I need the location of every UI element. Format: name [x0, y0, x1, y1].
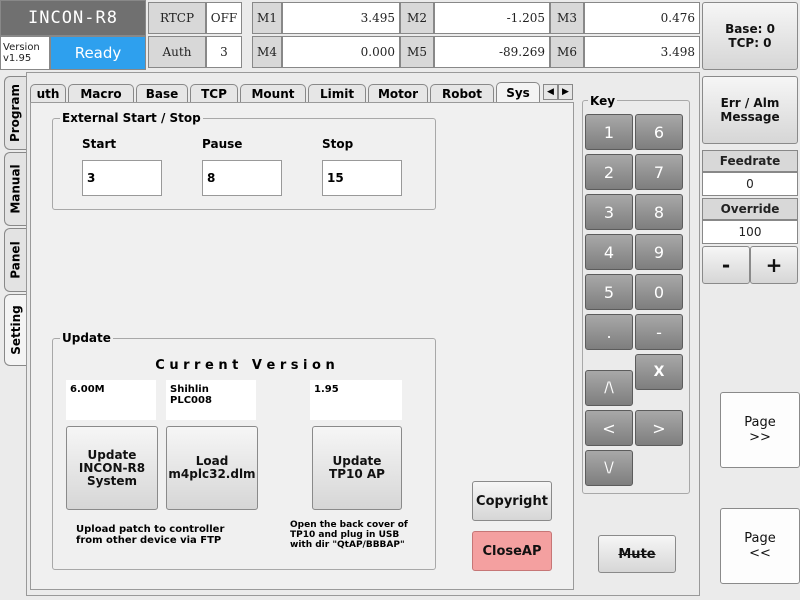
m5-value: -89.269 — [434, 36, 550, 68]
err-alm-message-button[interactable]: Err / Alm Message — [702, 76, 798, 144]
side-tab-program[interactable]: Program — [4, 76, 26, 150]
app-title: INCON-R8 — [0, 0, 146, 36]
start-label: Start — [82, 137, 117, 151]
rtcp-value: OFF — [206, 2, 242, 34]
m5-label: M5 — [400, 36, 434, 68]
m2-label: M2 — [400, 2, 434, 34]
m2-value: -1.205 — [434, 2, 550, 34]
override-plus-button[interactable]: + — [750, 246, 798, 284]
start-input[interactable]: 3 — [82, 160, 162, 196]
tab-limit[interactable]: Limit — [308, 84, 366, 102]
tab-scroll-left-icon[interactable]: ◀ — [543, 84, 558, 100]
usb-note: Open the back cover of TP10 and plug in … — [290, 520, 408, 550]
stop-input[interactable]: 15 — [322, 160, 402, 196]
tab-tcp[interactable]: TCP — [190, 84, 238, 102]
ftp-note: Upload patch to controller from other de… — [76, 524, 225, 546]
tab-sys[interactable]: Sys — [496, 82, 540, 102]
key-1[interactable]: 1 — [585, 114, 633, 150]
update-tp10-button[interactable]: Update TP10 AP — [312, 426, 402, 510]
tab-scroll-right-icon[interactable]: ▶ — [558, 84, 573, 100]
override-label: Override — [702, 198, 798, 220]
key-left-arrow[interactable]: < — [585, 410, 633, 446]
mute-button[interactable]: Mute — [598, 535, 676, 573]
key-minus[interactable]: - — [635, 314, 683, 350]
page-prev-button[interactable]: Page << — [720, 508, 800, 584]
version-label: Version — [3, 42, 40, 53]
key-2[interactable]: 2 — [585, 154, 633, 190]
m4-value: 0.000 — [282, 36, 400, 68]
update-title: Update — [60, 331, 113, 345]
key-up-arrow[interactable]: /\ — [585, 370, 633, 406]
key-8[interactable]: 8 — [635, 194, 683, 230]
auth-value: 3 — [206, 36, 242, 68]
pause-input[interactable]: 8 — [202, 160, 282, 196]
tab-macro[interactable]: Macro — [68, 84, 134, 102]
m1-label: M1 — [252, 2, 282, 34]
m1-value: 3.495 — [282, 2, 400, 34]
tab-base[interactable]: Base — [136, 84, 188, 102]
current-version-heading: C u r r e n t V e r s i o n — [155, 358, 335, 373]
close-ap-button[interactable]: CloseAP — [472, 531, 552, 571]
pause-label: Pause — [202, 137, 243, 151]
side-tab-manual[interactable]: Manual — [4, 152, 26, 226]
update-incon-system-button[interactable]: Update INCON-R8 System — [66, 426, 158, 510]
side-tab-setting[interactable]: Setting — [4, 294, 26, 366]
version-value: v1.95 — [3, 53, 32, 64]
m6-value: 3.498 — [584, 36, 700, 68]
key-down-arrow[interactable]: \/ — [585, 450, 633, 486]
key-dot[interactable]: . — [585, 314, 633, 350]
m3-value: 0.476 — [584, 2, 700, 34]
status-ready: Ready — [50, 36, 146, 70]
auth-label: Auth — [148, 36, 206, 68]
override-value: 100 — [702, 220, 798, 244]
version-incon: 6.00M — [66, 380, 156, 420]
copyright-button[interactable]: Copyright — [472, 481, 552, 521]
m6-label: M6 — [550, 36, 584, 68]
load-plc-button[interactable]: Load m4plc32.dlm — [166, 426, 258, 510]
keypad-title: Key — [588, 94, 618, 108]
key-5[interactable]: 5 — [585, 274, 633, 310]
version-tp10: 1.95 — [310, 380, 402, 420]
app-root: INCON-R8 Version v1.95 Ready RTCP OFF Au… — [0, 0, 800, 600]
tab-robot[interactable]: Robot — [430, 84, 494, 102]
feedrate-value: 0 — [702, 172, 798, 196]
tab-motor[interactable]: Motor — [368, 84, 428, 102]
key-3[interactable]: 3 — [585, 194, 633, 230]
key-9[interactable]: 9 — [635, 234, 683, 270]
external-start-stop-title: External Start / Stop — [60, 111, 203, 125]
key-4[interactable]: 4 — [585, 234, 633, 270]
page-next-button[interactable]: Page >> — [720, 392, 800, 468]
rtcp-label: RTCP — [148, 2, 206, 34]
key-6[interactable]: 6 — [635, 114, 683, 150]
version-box: Version v1.95 — [0, 36, 50, 70]
override-minus-button[interactable]: - — [702, 246, 750, 284]
side-tab-panel[interactable]: Panel — [4, 228, 26, 292]
key-right-arrow[interactable]: > — [635, 410, 683, 446]
stop-label: Stop — [322, 137, 354, 151]
key-delete[interactable]: X — [635, 354, 683, 390]
m4-label: M4 — [252, 36, 282, 68]
key-7[interactable]: 7 — [635, 154, 683, 190]
key-0[interactable]: 0 — [635, 274, 683, 310]
feedrate-label: Feedrate — [702, 150, 798, 172]
m3-label: M3 — [550, 2, 584, 34]
base-tcp-button[interactable]: Base: 0 TCP: 0 — [702, 2, 798, 70]
tab-auth[interactable]: uth — [30, 84, 66, 102]
tab-mount[interactable]: Mount — [240, 84, 306, 102]
version-plc: Shihlin PLC008 — [166, 380, 256, 420]
